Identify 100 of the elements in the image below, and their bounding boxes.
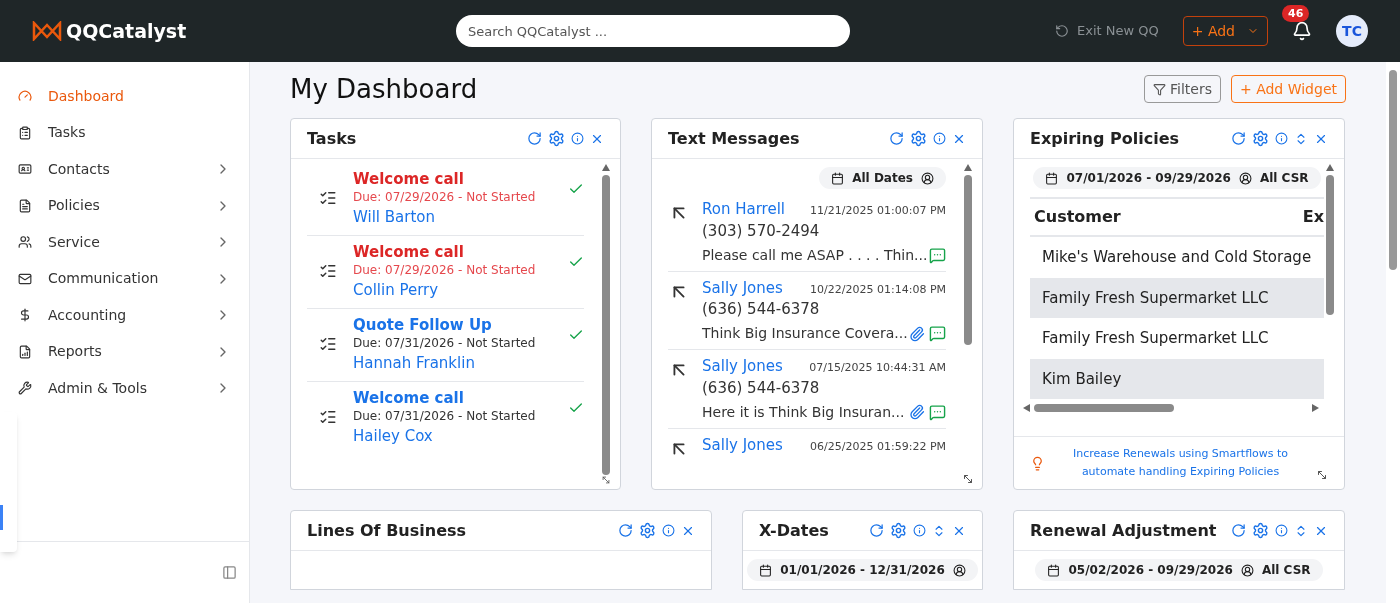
gauge-icon <box>18 89 32 104</box>
settings-icon[interactable] <box>1252 522 1269 539</box>
contact-link[interactable]: Hailey Cox <box>353 424 552 448</box>
info-icon[interactable] <box>662 524 675 537</box>
contact-link[interactable]: Will Barton <box>353 205 552 229</box>
task-title[interactable]: Welcome call <box>353 169 552 189</box>
scroll-up-icon[interactable] <box>1326 163 1334 171</box>
scrollbar-thumb[interactable] <box>602 175 610 475</box>
task-title[interactable]: Welcome call <box>353 242 552 262</box>
settings-icon[interactable] <box>548 130 565 147</box>
message-icon[interactable] <box>929 325 946 342</box>
phone-number: (636) 544-6378 <box>702 299 821 319</box>
calendar-icon <box>759 563 773 577</box>
user-icon <box>1238 171 1252 185</box>
widget-title: Renewal Adjustment <box>1030 519 1217 542</box>
csr-filter: All CSR <box>1261 562 1311 579</box>
table-row[interactable]: Kim Bailey <box>1030 358 1324 399</box>
scrollbar-thumb[interactable] <box>964 175 972 345</box>
filter-chip[interactable]: 05/02/2026 - 09/29/2026 All CSR <box>1035 559 1323 581</box>
resize-icon[interactable] <box>962 473 974 485</box>
message-icon[interactable] <box>929 403 946 421</box>
scroll-right-icon[interactable] <box>1312 404 1320 412</box>
message-icon[interactable] <box>929 246 946 264</box>
info-icon[interactable] <box>933 132 946 145</box>
refresh-icon[interactable] <box>889 131 904 146</box>
sidebar-item[interactable]: Reports <box>0 333 249 370</box>
table-row[interactable]: Family Fresh Supermarket LLC <box>1030 277 1324 318</box>
task-icon <box>319 262 337 280</box>
info-icon[interactable] <box>1275 524 1288 537</box>
settings-icon[interactable] <box>910 130 927 147</box>
message-preview: Please call me ASAP . . . . Thin... <box>702 245 928 265</box>
settings-icon[interactable] <box>639 522 656 539</box>
resize-icon[interactable] <box>600 475 612 485</box>
report-icon <box>18 344 32 359</box>
task-due: Due: 07/31/2026 - Not Started <box>353 408 537 424</box>
filter-chip[interactable]: 01/01/2026 - 12/31/2026 <box>747 559 978 581</box>
sidebar-item[interactable]: Dashboard <box>0 78 249 115</box>
attachment-icon[interactable] <box>909 325 925 342</box>
page-scrollbar-thumb[interactable] <box>1389 70 1397 270</box>
task-due: Due: 07/29/2026 - Not Started <box>353 189 537 205</box>
settings-icon[interactable] <box>890 522 907 539</box>
filter-icon <box>1153 82 1166 96</box>
sidebar-item[interactable]: Policies <box>0 187 249 224</box>
sidebar-item[interactable]: Tasks <box>0 114 249 151</box>
scrollbar-thumb[interactable] <box>1326 175 1334 315</box>
tip-link[interactable]: Increase Renewals using Smartflows to automate handling Expiring Policies <box>1057 445 1304 481</box>
refresh-icon[interactable] <box>618 523 633 538</box>
filter-chip[interactable]: 07/01/2026 - 09/29/2026 All CSR <box>1033 167 1321 189</box>
add-button[interactable]: + Add <box>1182 16 1268 46</box>
sender-name[interactable]: Sally Jones <box>702 355 783 378</box>
user-icon <box>921 171 934 185</box>
exit-link[interactable]: Exit New QQ <box>1077 21 1159 41</box>
task-icon <box>319 408 337 426</box>
search-field[interactable]: Search QQCatalyst ... <box>456 15 850 47</box>
info-icon[interactable] <box>913 524 926 537</box>
sidebar-item[interactable]: Admin & Tools <box>0 370 249 407</box>
notification-bell-icon[interactable] <box>1292 21 1312 41</box>
calendar-icon <box>1047 563 1061 577</box>
task-title[interactable]: Welcome call <box>353 388 552 408</box>
sidebar-item[interactable]: Communication <box>0 260 249 297</box>
contact-link[interactable]: Collin Perry <box>353 278 552 302</box>
calendar-icon <box>831 171 845 185</box>
message-time: 07/15/2025 10:44:31 AM <box>809 360 946 376</box>
sidebar-item[interactable]: Contacts <box>0 151 249 188</box>
widget-title: X-Dates <box>759 519 829 542</box>
task-icon <box>319 335 337 353</box>
widget-title: Text Messages <box>668 127 800 150</box>
message-preview: Think Big Insurance Covera... <box>702 324 908 343</box>
scroll-up-icon[interactable] <box>964 163 972 171</box>
date-range: All Dates <box>852 170 913 187</box>
user-avatar[interactable]: TC <box>1336 15 1368 47</box>
sender-name[interactable]: Sally Jones <box>702 276 783 299</box>
widget-title: Lines Of Business <box>307 519 467 542</box>
refresh-icon[interactable] <box>869 523 884 538</box>
refresh-icon[interactable] <box>527 131 542 146</box>
sender-name[interactable]: Ron Harrell <box>702 198 785 221</box>
filters-button[interactable]: Filters <box>1144 75 1221 103</box>
refresh-icon[interactable] <box>1231 523 1246 538</box>
filter-chip[interactable]: All Dates <box>819 167 946 189</box>
attachment-icon[interactable] <box>909 404 925 420</box>
contact-link[interactable]: Hannah Franklin <box>353 351 552 375</box>
people-icon <box>18 235 32 250</box>
message-time: 11/21/2025 01:00:07 PM <box>810 203 946 219</box>
horizontal-scrollbar-thumb[interactable] <box>1034 404 1174 412</box>
sidebar-item[interactable]: Accounting <box>0 297 249 334</box>
column-header[interactable]: Ex <box>1302 205 1324 229</box>
info-icon[interactable] <box>571 132 584 145</box>
collapse-sidebar-icon[interactable] <box>222 565 237 580</box>
info-icon[interactable] <box>1275 132 1288 145</box>
scroll-up-icon[interactable] <box>602 163 610 171</box>
sender-name[interactable]: Sally Jones <box>702 433 783 456</box>
refresh-icon[interactable] <box>1231 131 1246 146</box>
sidebar-item[interactable]: Service <box>0 224 249 261</box>
scroll-left-icon[interactable] <box>1022 404 1030 412</box>
task-title[interactable]: Quote Follow Up <box>353 315 552 335</box>
resize-icon[interactable] <box>1316 469 1328 481</box>
settings-icon[interactable] <box>1252 130 1269 147</box>
column-header[interactable]: Customer <box>1034 205 1121 229</box>
phone-number: (303) 570-2494 <box>702 220 821 241</box>
id-card-icon <box>18 162 32 177</box>
